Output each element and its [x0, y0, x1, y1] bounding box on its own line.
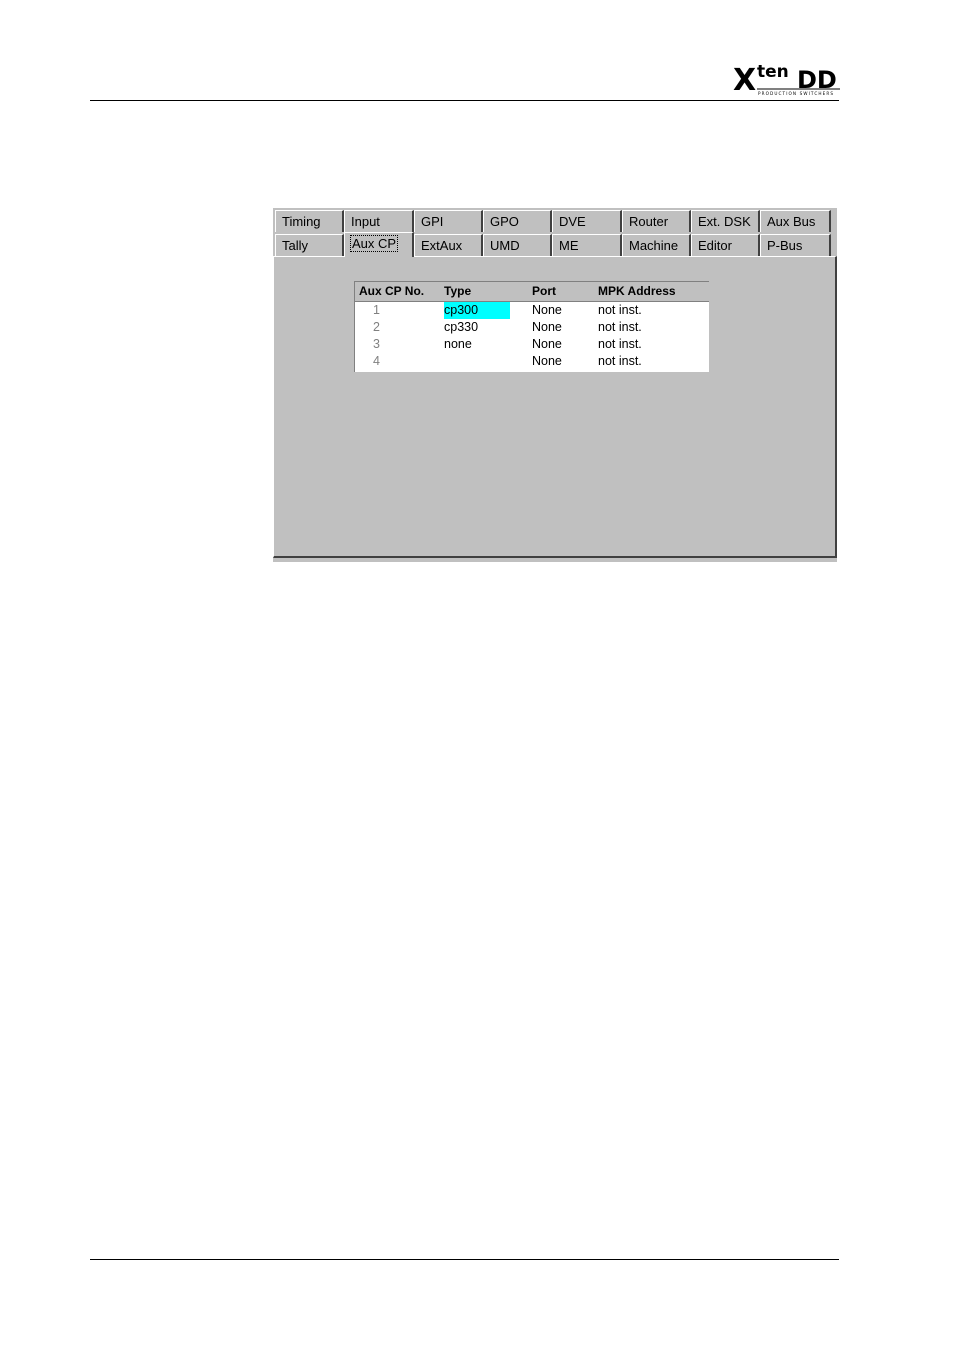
- cell-type[interactable]: cp330: [444, 319, 478, 336]
- tab-input[interactable]: Input: [344, 210, 414, 232]
- tab-gpo[interactable]: GPO: [483, 210, 552, 232]
- tab-label: Ext. DSK: [698, 214, 751, 229]
- cell-mpk-address[interactable]: not inst.: [598, 336, 642, 353]
- tab-machine[interactable]: Machine: [622, 234, 691, 256]
- cell-mpk-address[interactable]: not inst.: [598, 319, 642, 336]
- tab-label: Aux Bus: [767, 214, 816, 229]
- cell-port[interactable]: None: [532, 319, 562, 336]
- tab-label: ME: [559, 238, 579, 253]
- logo-x: X: [733, 63, 756, 96]
- tab-label: Aux CP: [349, 235, 399, 252]
- tab-label: Tally: [282, 238, 309, 253]
- table-row[interactable]: 4 None not inst.: [355, 353, 709, 370]
- tab-label: Machine: [629, 238, 679, 253]
- cell-aux-cp-no[interactable]: 4: [373, 353, 380, 370]
- col-aux-cp-no[interactable]: Aux CP No.: [359, 284, 424, 298]
- tab-label: ExtAux: [421, 238, 463, 253]
- tab-p-bus[interactable]: P-Bus: [760, 234, 831, 256]
- tab-extaux[interactable]: ExtAux: [414, 234, 483, 256]
- tab-label: Timing: [282, 214, 321, 229]
- tab-dve[interactable]: DVE: [552, 210, 622, 232]
- tab-me[interactable]: ME: [552, 234, 622, 256]
- tab-label: Editor: [698, 238, 732, 253]
- xten-dd-logo: X ten DD PRODUCTION SWITCHERS: [733, 60, 841, 96]
- table-row[interactable]: 2 cp330 None not inst.: [355, 319, 709, 336]
- tab-router[interactable]: Router: [622, 210, 691, 232]
- tab-aux-bus[interactable]: Aux Bus: [760, 210, 831, 232]
- tab-label: Input: [351, 214, 380, 229]
- tab-label: GPI: [421, 214, 444, 229]
- tab-label: P-Bus: [767, 238, 803, 253]
- cell-type[interactable]: none: [444, 336, 472, 353]
- cell-aux-cp-no[interactable]: 2: [373, 319, 380, 336]
- cell-mpk-address[interactable]: not inst.: [598, 353, 642, 370]
- cell-aux-cp-no[interactable]: 1: [373, 302, 380, 319]
- logo-dd: DD: [797, 66, 837, 94]
- col-mpk-address[interactable]: MPK Address: [598, 284, 676, 298]
- table-row[interactable]: 3 none None not inst.: [355, 336, 709, 353]
- tab-tally[interactable]: Tally: [275, 234, 344, 256]
- tab-label: Router: [629, 214, 669, 229]
- cell-port[interactable]: None: [532, 336, 562, 353]
- aux-cp-grid[interactable]: Aux CP No. Type Port MPK Address 1 cp300 N…: [354, 281, 709, 372]
- config-dialog: Timing Input GPI GPO DVE Router Ext. DSK Aux Bu…: [273, 208, 837, 562]
- logo-tagline: PRODUCTION SWITCHERS: [758, 91, 834, 96]
- header-rule: [90, 100, 839, 101]
- cell-port[interactable]: None: [532, 353, 562, 370]
- tab-gpi[interactable]: GPI: [414, 210, 483, 232]
- tab-editor[interactable]: Editor: [691, 234, 760, 256]
- tab-label: UMD: [490, 238, 520, 253]
- cell-port[interactable]: None: [532, 302, 562, 319]
- tab-label: DVE: [559, 214, 586, 229]
- table-row[interactable]: 1 cp300 None not inst.: [355, 302, 709, 319]
- tab-aux-cp[interactable]: Aux CP: [344, 232, 414, 257]
- cell-mpk-address[interactable]: not inst.: [598, 302, 642, 319]
- grid-header: Aux CP No. Type Port MPK Address: [355, 282, 709, 302]
- tab-ext-dsk[interactable]: Ext. DSK: [691, 210, 760, 232]
- cell-aux-cp-no[interactable]: 3: [373, 336, 380, 353]
- col-type[interactable]: Type: [444, 284, 471, 298]
- tab-umd[interactable]: UMD: [483, 234, 552, 256]
- cell-type[interactable]: cp300: [444, 302, 510, 319]
- tab-label: GPO: [490, 214, 519, 229]
- tab-timing[interactable]: Timing: [275, 210, 344, 232]
- logo-ten: ten: [757, 62, 789, 82]
- col-port[interactable]: Port: [532, 284, 556, 298]
- footer-rule: [90, 1259, 839, 1260]
